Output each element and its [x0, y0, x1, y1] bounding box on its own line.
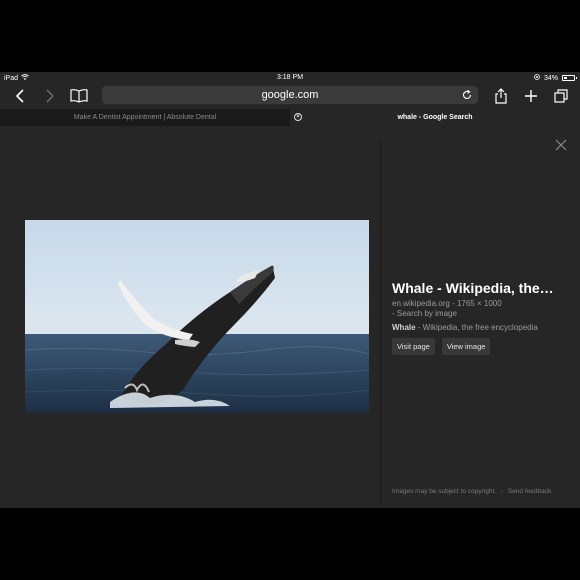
forward-icon[interactable]	[39, 86, 61, 106]
browser-window: iPad 3:18 PM 34% google.com Make A Denti…	[0, 72, 580, 508]
divider	[380, 140, 381, 506]
tab-label: whale - Google Search	[397, 114, 473, 121]
tab-label: Make A Dentist Appointment | Absolute De…	[73, 114, 217, 121]
battery-percent: 34%	[543, 74, 558, 82]
share-icon[interactable]	[490, 86, 512, 106]
result-dimensions: 1765 × 1000	[456, 299, 502, 308]
close-tab-icon[interactable]: ×	[294, 113, 302, 121]
status-bar: iPad 3:18 PM 34%	[0, 72, 580, 84]
search-by-image-link[interactable]: - Search by image	[392, 309, 562, 318]
url-text: google.com	[261, 89, 319, 101]
address-bar[interactable]: google.com	[102, 86, 478, 104]
new-tab-icon[interactable]	[520, 86, 542, 106]
tabs-icon[interactable]	[550, 86, 572, 106]
description-bold: Whale	[392, 323, 416, 332]
visit-page-button[interactable]: Visit page	[392, 338, 435, 355]
result-description: Whale - Wikipedia, the free encyclopedia	[392, 323, 562, 332]
footer: Images may be subject to copyright. - Se…	[392, 488, 551, 495]
result-title[interactable]: Whale - Wikipedia, the f…	[392, 280, 554, 296]
status-time: 3:18 PM	[276, 74, 304, 81]
back-icon[interactable]	[9, 86, 31, 106]
send-feedback-link[interactable]: Send feedback	[508, 488, 551, 495]
tab-whale-search[interactable]: × whale - Google Search	[290, 109, 580, 126]
action-buttons: Visit page View image	[392, 338, 562, 355]
meta-separator: -	[452, 299, 455, 308]
close-icon[interactable]	[554, 138, 568, 152]
reload-icon[interactable]	[460, 88, 474, 102]
copyright-note: Images may be subject to copyright.	[392, 488, 497, 495]
footer-separator: -	[500, 488, 504, 495]
bookmarks-icon[interactable]	[68, 86, 90, 106]
result-meta: en.wikipedia.org - 1765 × 1000	[392, 299, 562, 308]
result-domain: en.wikipedia.org	[392, 299, 450, 308]
tab-bar: Make A Dentist Appointment | Absolute De…	[0, 109, 580, 126]
view-image-button[interactable]: View image	[441, 338, 491, 355]
image-preview-panel: Whale - Wikipedia, the f… en.wikipedia.o…	[0, 126, 580, 508]
battery-icon	[562, 75, 577, 81]
result-info: Whale - Wikipedia, the f… en.wikipedia.o…	[392, 280, 562, 355]
tab-dentist[interactable]: Make A Dentist Appointment | Absolute De…	[0, 109, 290, 126]
toolbar: google.com	[0, 84, 580, 108]
whale-image[interactable]	[25, 220, 369, 413]
description-rest: - Wikipedia, the free encyclopedia	[415, 323, 538, 332]
location-icon	[534, 74, 540, 82]
